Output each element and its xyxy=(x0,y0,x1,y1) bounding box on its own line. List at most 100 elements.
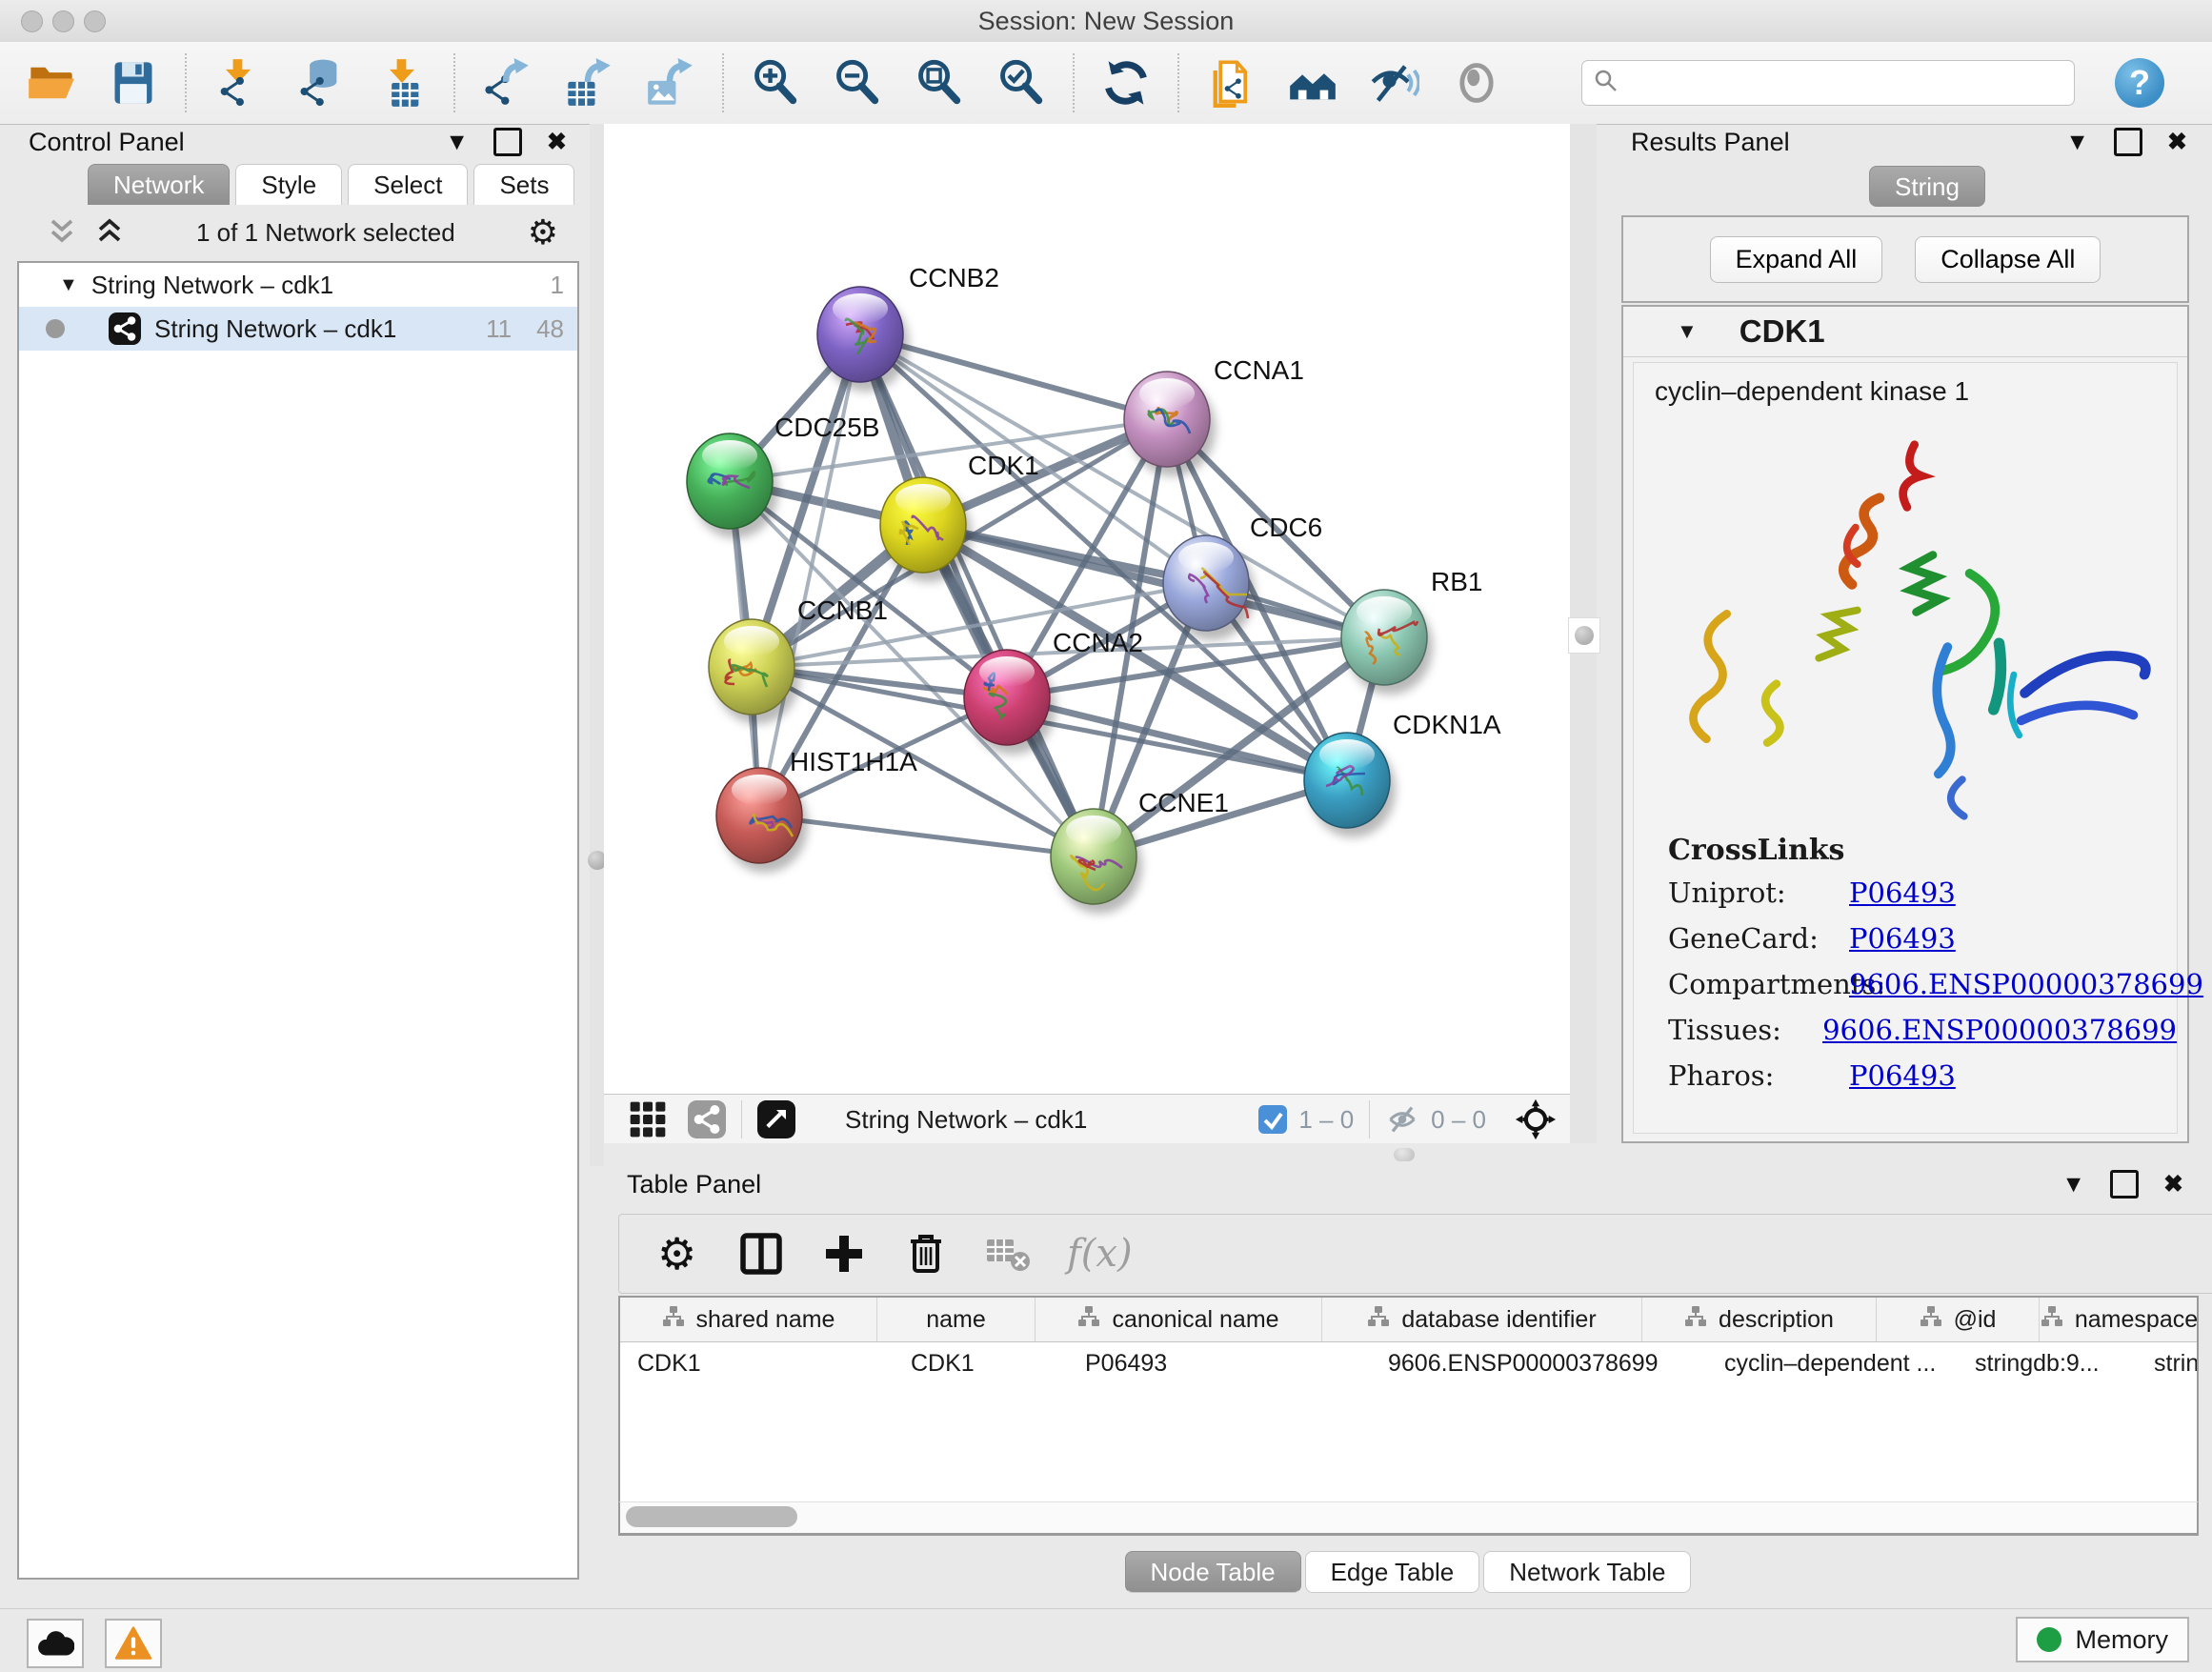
node-RB1[interactable]: RB1 xyxy=(1341,567,1482,695)
zoom-selected-icon[interactable] xyxy=(995,56,1048,110)
bottom-splitter-handle[interactable] xyxy=(1394,1148,1415,1161)
table-cell[interactable]: stringdb:9... xyxy=(1958,1342,2137,1384)
crosslink-link[interactable]: 9606.ENSP00000378699 xyxy=(1849,968,2203,1000)
panel-menu-icon[interactable]: ▼ xyxy=(2065,129,2089,156)
network-icon[interactable] xyxy=(688,1100,726,1138)
delete-column-icon[interactable] xyxy=(903,1229,949,1279)
hide-selected-icon[interactable] xyxy=(1368,56,1421,110)
share-document-icon[interactable] xyxy=(1204,56,1257,110)
table-horizontal-scrollbar[interactable] xyxy=(618,1501,2199,1535)
import-network-database-icon[interactable] xyxy=(293,56,347,110)
float-panel-icon[interactable] xyxy=(2114,128,2142,156)
zoom-fit-icon[interactable] xyxy=(913,56,966,110)
fit-selected-crosshair-icon[interactable] xyxy=(1515,1098,1557,1140)
memory-button[interactable]: Memory xyxy=(2016,1617,2189,1662)
node-label-CCNE1: CCNE1 xyxy=(1138,788,1229,817)
network-selection-status: 1 of 1 Network selected xyxy=(124,218,528,248)
tab-edge-table[interactable]: Edge Table xyxy=(1305,1551,1480,1593)
right-splitter-handle[interactable] xyxy=(1568,617,1600,654)
split-panel-icon[interactable] xyxy=(739,1229,785,1279)
hidden-eye-icon[interactable] xyxy=(1385,1105,1419,1134)
add-column-icon[interactable] xyxy=(821,1229,867,1279)
refresh-icon[interactable] xyxy=(1099,56,1153,110)
edge-CCNB2-CCNE1[interactable] xyxy=(860,334,1094,856)
column-header-description[interactable]: description xyxy=(1642,1298,1877,1341)
expand-all-networks-icon[interactable] xyxy=(95,216,124,250)
expand-all-button[interactable]: Expand All xyxy=(1710,236,1883,283)
show-all-icon[interactable] xyxy=(1450,56,1503,110)
crosslink-link[interactable]: P06493 xyxy=(1849,876,1956,909)
birds-eye-view-icon[interactable] xyxy=(757,1100,795,1138)
crosslink-link[interactable]: P06493 xyxy=(1849,922,1956,955)
scrollbar-thumb[interactable] xyxy=(626,1506,797,1527)
tab-sets[interactable]: Sets xyxy=(473,164,574,205)
home-icon[interactable] xyxy=(1286,56,1339,110)
collapse-all-networks-icon[interactable] xyxy=(48,216,76,250)
column-header-database-identifier[interactable]: database identifier xyxy=(1322,1298,1642,1341)
column-header-@id[interactable]: @id xyxy=(1877,1298,2040,1341)
tab-string[interactable]: String xyxy=(1869,166,1985,207)
column-header-canonical-name[interactable]: canonical name xyxy=(1036,1298,1322,1341)
node-CCNA1[interactable]: CCNA1 xyxy=(1124,355,1304,476)
tab-style[interactable]: Style xyxy=(235,164,342,205)
column-header-namespace[interactable]: namespace xyxy=(2040,1298,2199,1341)
help-icon[interactable]: ? xyxy=(2115,58,2164,108)
export-table-icon[interactable] xyxy=(562,56,615,110)
zoom-in-icon[interactable] xyxy=(749,56,802,110)
network-collection-row[interactable]: ▼ String Network – cdk1 1 xyxy=(19,263,577,307)
table-cell[interactable]: cyclin–dependent ... xyxy=(1707,1342,1958,1384)
search-box[interactable] xyxy=(1581,60,2075,106)
table-row[interactable]: CDK1CDK1P064939606.ENSP00000378699cyclin… xyxy=(620,1342,2197,1384)
column-header-name[interactable]: name xyxy=(877,1298,1036,1341)
export-image-icon[interactable] xyxy=(644,56,697,110)
close-panel-icon[interactable]: ✖ xyxy=(2167,128,2187,156)
table-cell[interactable]: 9606.ENSP00000378699 xyxy=(1371,1342,1707,1384)
tab-select[interactable]: Select xyxy=(348,164,468,205)
import-table-file-icon[interactable] xyxy=(375,56,429,110)
tab-node-table[interactable]: Node Table xyxy=(1125,1551,1301,1593)
node-HIST1H1A[interactable]: HIST1H1A xyxy=(716,747,917,873)
close-panel-icon[interactable]: ✖ xyxy=(2163,1170,2183,1199)
table-cell[interactable]: CDK1 xyxy=(894,1342,1068,1384)
collection-disclosure-icon[interactable]: ▼ xyxy=(32,274,78,296)
export-network-icon[interactable] xyxy=(480,56,533,110)
entry-disclosure-icon[interactable]: ▼ xyxy=(1677,319,1698,344)
float-panel-icon[interactable] xyxy=(493,128,522,156)
grid-view-icon[interactable] xyxy=(629,1100,667,1138)
settings-icon[interactable]: ⚙ xyxy=(657,1229,703,1279)
zoom-out-icon[interactable] xyxy=(831,56,884,110)
tab-network-table[interactable]: Network Table xyxy=(1483,1551,1691,1593)
node-CDC6[interactable]: CDC6 xyxy=(1163,513,1322,640)
table-cell[interactable]: P06493 xyxy=(1068,1342,1371,1384)
panel-menu-icon[interactable]: ▼ xyxy=(445,129,469,156)
float-panel-icon[interactable] xyxy=(2110,1170,2139,1199)
network-canvas[interactable]: CCNB2 CCNA1 CDC25B CDK1 CDC6 RB1 CCNB1 xyxy=(604,124,1570,1094)
import-network-file-icon[interactable] xyxy=(211,56,265,110)
table-cell[interactable]: CDK1 xyxy=(620,1342,894,1384)
crosslink-link[interactable]: P06493 xyxy=(1849,1059,1956,1092)
open-session-icon[interactable] xyxy=(25,56,78,110)
column-header-shared-name[interactable]: shared name xyxy=(620,1298,877,1341)
left-splitter[interactable] xyxy=(590,124,604,1166)
crosslink-row: Uniprot:P06493 xyxy=(1668,876,2177,909)
edge-CCNB2-HIST1H1A[interactable] xyxy=(759,334,860,816)
edge-HIST1H1A-CCNE1[interactable] xyxy=(759,816,1094,856)
warning-button[interactable] xyxy=(105,1619,162,1668)
node-CDKN1A[interactable]: CDKN1A xyxy=(1304,710,1501,837)
close-panel-icon[interactable]: ✖ xyxy=(547,128,567,156)
tab-network[interactable]: Network xyxy=(88,164,230,205)
node-CCNB2[interactable]: CCNB2 xyxy=(817,263,999,392)
results-controls: Expand All Collapse All xyxy=(1621,215,2189,303)
table-cell[interactable]: stringdb xyxy=(2137,1342,2199,1384)
collapse-all-button[interactable]: Collapse All xyxy=(1915,236,2101,283)
cloud-button[interactable] xyxy=(27,1619,84,1668)
current-network-dot-icon xyxy=(46,319,65,338)
save-session-icon[interactable] xyxy=(107,56,160,110)
selected-checkbox-icon[interactable] xyxy=(1258,1105,1287,1134)
crosslink-link[interactable]: 9606.ENSP00000378699 xyxy=(1822,1014,2177,1046)
node-CCNE1[interactable]: CCNE1 xyxy=(1051,788,1229,914)
search-input[interactable] xyxy=(1626,69,2062,98)
panel-menu-icon[interactable]: ▼ xyxy=(2061,1171,2085,1199)
network-row[interactable]: String Network – cdk1 11 48 xyxy=(19,307,577,351)
network-options-gear-icon[interactable]: ⚙ xyxy=(528,212,558,252)
